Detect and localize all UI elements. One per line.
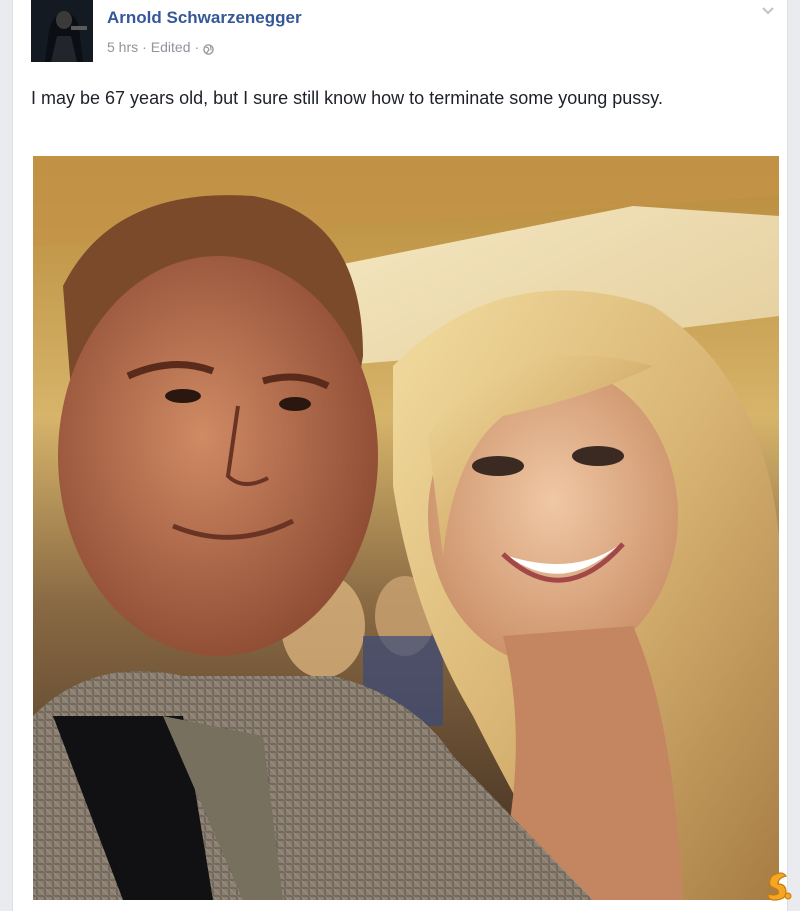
author-avatar[interactable] <box>31 0 93 62</box>
post-meta: 5 hrs · Edited · <box>107 39 214 55</box>
meta-separator: · <box>194 39 200 55</box>
post-timestamp[interactable]: 5 hrs <box>107 39 138 55</box>
logo-badge-icon <box>764 870 794 902</box>
post-card: Arnold Schwarzenegger 5 hrs · Edited · I… <box>12 0 788 911</box>
globe-icon[interactable] <box>203 42 214 55</box>
post-text: I may be 67 years old, but I sure still … <box>31 88 663 108</box>
author-name-link[interactable]: Arnold Schwarzenegger <box>107 8 302 28</box>
post-photo[interactable] <box>33 156 779 900</box>
meta-separator: · <box>142 39 147 55</box>
edited-link[interactable]: Edited <box>151 39 191 55</box>
chevron-down-icon[interactable] <box>759 4 777 18</box>
